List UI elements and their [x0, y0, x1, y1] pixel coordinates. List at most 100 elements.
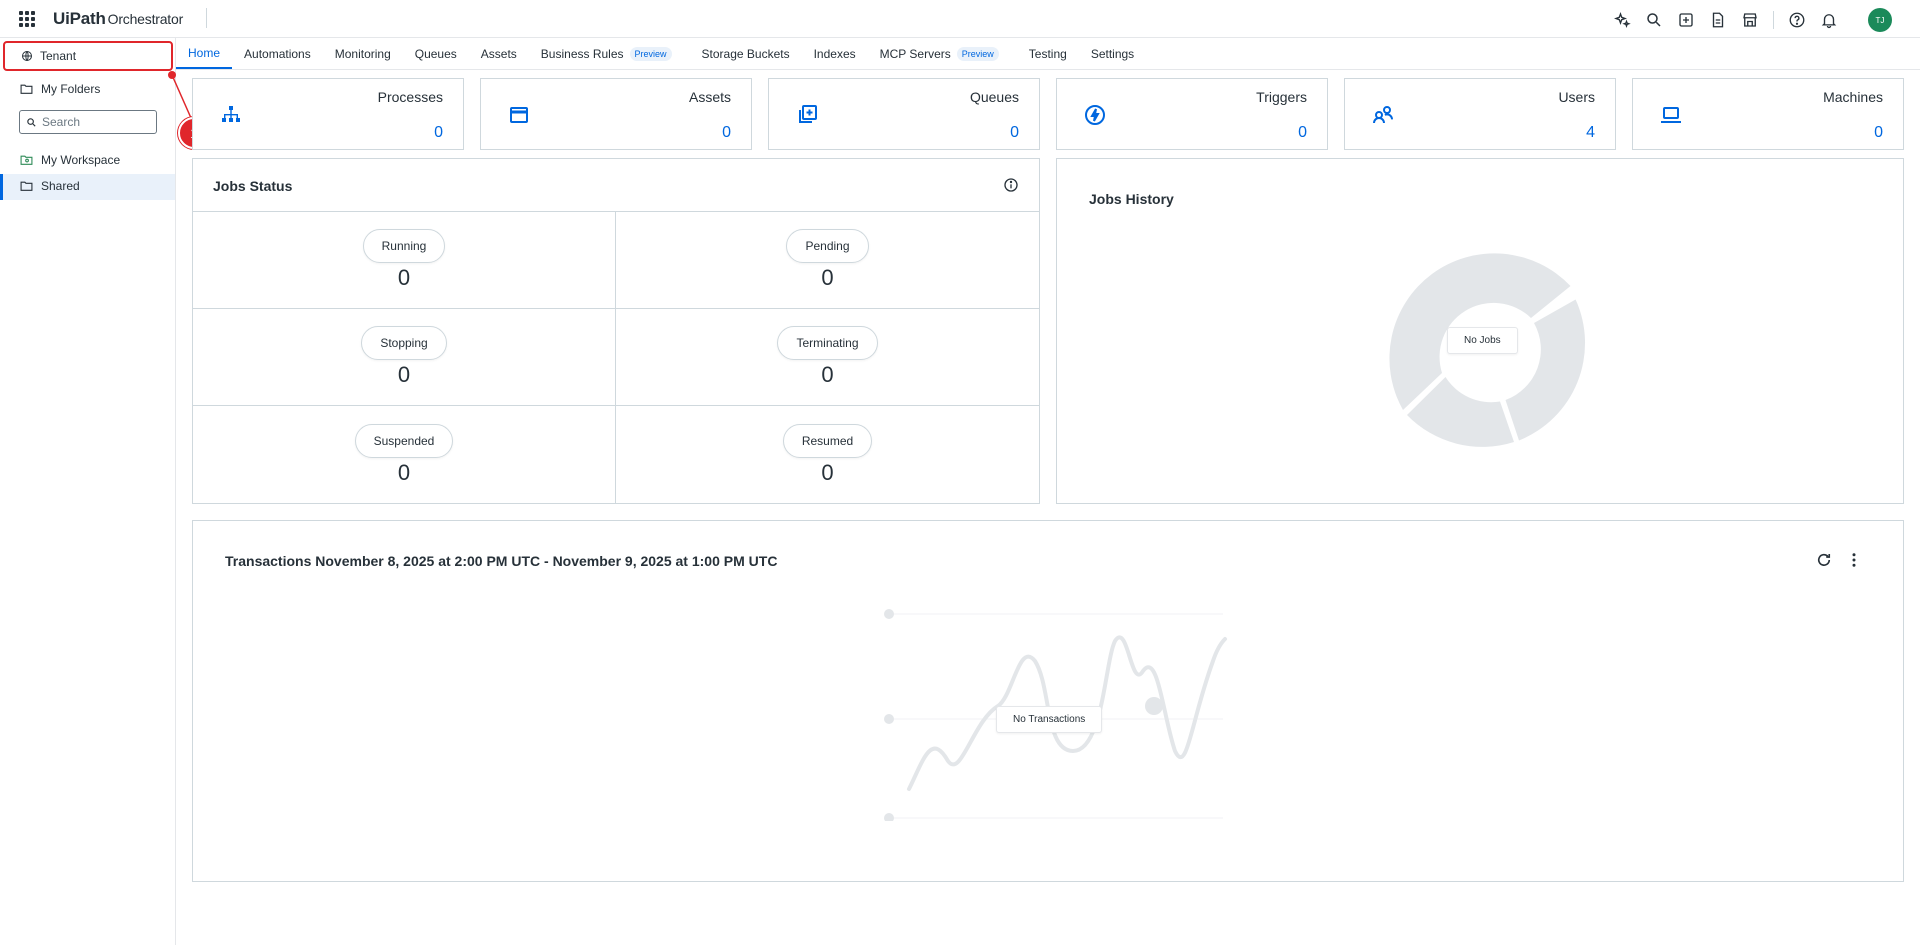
search-icon[interactable]	[1643, 9, 1665, 31]
tab-monitoring[interactable]: Monitoring	[323, 38, 403, 69]
status-count: 0	[821, 265, 834, 290]
info-icon[interactable]	[1003, 177, 1019, 193]
tab-storage-buckets[interactable]: Storage Buckets	[690, 38, 802, 69]
tab-queues[interactable]: Queues	[403, 38, 469, 69]
globe-icon	[22, 51, 32, 61]
tab-business-rules[interactable]: Business Rules Preview	[529, 38, 684, 69]
tenant-label: Tenant	[40, 49, 77, 63]
lightning-icon	[1085, 105, 1105, 125]
job-status-running[interactable]: Running 0	[193, 212, 616, 309]
tab-mcp-servers-label: MCP Servers	[879, 46, 951, 61]
sidebar-item-my-workspace[interactable]: My Workspace	[20, 153, 120, 167]
brand-name: UiPath	[53, 9, 106, 28]
header-divider	[206, 8, 207, 28]
search-icon	[27, 117, 36, 127]
jobs-history-title: Jobs History	[1089, 191, 1174, 207]
user-avatar[interactable]: TJ	[1868, 8, 1892, 32]
tab-automations[interactable]: Automations	[232, 38, 323, 69]
status-count: 0	[397, 265, 411, 290]
tab-testing[interactable]: Testing	[1017, 38, 1079, 69]
tab-monitoring-label: Monitoring	[334, 46, 391, 61]
kpi-card-assets[interactable]: Assets 0	[480, 78, 752, 150]
store-icon[interactable]	[1739, 9, 1761, 31]
tab-home-label: Home	[188, 45, 221, 60]
kpi-value: 0	[1298, 124, 1307, 141]
kpi-label: Users	[1558, 89, 1595, 105]
folder-search-input[interactable]: Search	[19, 110, 157, 134]
status-pill: Resumed	[782, 423, 873, 458]
job-status-suspended[interactable]: Suspended 0	[193, 406, 616, 503]
kpi-card-queues[interactable]: Queues 0	[768, 78, 1040, 150]
my-workspace-label: My Workspace	[41, 153, 121, 167]
job-status-terminating[interactable]: Terminating 0	[616, 309, 1039, 406]
more-vertical-icon[interactable]	[1845, 551, 1863, 569]
no-jobs-label: No Jobs	[1447, 327, 1518, 354]
folder-icon	[20, 181, 33, 191]
queue-add-icon	[799, 105, 817, 123]
kpi-card-machines[interactable]: Machines 0	[1632, 78, 1904, 150]
app-launcher-icon[interactable]	[19, 11, 35, 27]
sitemap-icon	[222, 106, 240, 122]
status-pill: Suspended	[354, 423, 454, 458]
kpi-card-triggers[interactable]: Triggers 0	[1056, 78, 1328, 150]
laptop-icon	[1661, 107, 1681, 123]
kpi-value: 0	[1874, 124, 1883, 141]
kpi-label: Machines	[1823, 89, 1883, 105]
kpi-label: Assets	[688, 89, 731, 105]
job-status-resumed[interactable]: Resumed 0	[616, 406, 1039, 503]
document-icon[interactable]	[1707, 9, 1729, 31]
users-icon	[1373, 106, 1393, 124]
tab-queues-label: Queues	[414, 46, 457, 61]
main-tabs: Home Automations Monitoring Queues Asset…	[176, 38, 1920, 70]
tab-business-rules-label: Business Rules	[540, 46, 624, 61]
no-transactions-label: No Transactions	[996, 706, 1103, 733]
tab-storage-buckets-label: Storage Buckets	[701, 46, 790, 61]
autopilot-sparkle-icon[interactable]	[1611, 9, 1633, 31]
tab-home[interactable]: Home	[176, 38, 233, 69]
help-icon[interactable]	[1786, 9, 1808, 31]
status-count: 0	[397, 459, 411, 485]
status-pill: Pending	[786, 229, 869, 263]
refresh-icon[interactable]	[1815, 551, 1833, 569]
kpi-value: 0	[1010, 124, 1019, 141]
tab-testing-label: Testing	[1028, 46, 1067, 61]
tab-indexes-label: Indexes	[813, 46, 856, 61]
tab-assets-label: Assets	[480, 46, 517, 61]
top-bar: UiPath Orchestrator TJ	[0, 0, 1920, 38]
header-actions-divider	[1773, 11, 1774, 29]
tab-settings-label: Settings	[1090, 46, 1135, 61]
tab-indexes[interactable]: Indexes	[802, 38, 868, 69]
kpi-value: 0	[434, 124, 443, 141]
status-count: 0	[821, 362, 834, 387]
bell-icon[interactable]	[1818, 9, 1840, 31]
tab-assets[interactable]: Assets	[469, 38, 529, 69]
transactions-panel: Transactions November 8, 2025 at 2:00 PM…	[192, 520, 1904, 882]
folder-sidebar: Tenant My Folders Search My Workspace Sh…	[0, 38, 176, 945]
tenant-item[interactable]: Tenant	[3, 41, 173, 71]
job-status-pending[interactable]: Pending 0	[616, 212, 1039, 309]
status-pill: Stopping	[361, 326, 447, 360]
my-folders-header[interactable]: My Folders	[20, 82, 100, 96]
status-pill: Terminating	[777, 326, 878, 360]
preview-badge: Preview	[629, 46, 672, 61]
kpi-card-processes[interactable]: Processes 0	[192, 78, 464, 150]
add-box-icon[interactable]	[1675, 9, 1697, 31]
tab-settings[interactable]: Settings	[1079, 38, 1146, 69]
my-folders-label: My Folders	[41, 82, 101, 96]
tab-automations-label: Automations	[244, 46, 311, 61]
folder-search-placeholder: Search	[42, 115, 81, 129]
folder-outline-icon	[20, 84, 33, 94]
status-count: 0	[397, 362, 411, 387]
preview-badge: Preview	[956, 46, 999, 61]
header-actions: TJ	[1611, 8, 1892, 32]
kpi-label: Processes	[377, 89, 443, 105]
job-status-stopping[interactable]: Stopping 0	[193, 309, 616, 406]
kpi-label: Queues	[969, 89, 1019, 105]
product-logo[interactable]: UiPath Orchestrator	[53, 9, 183, 29]
tab-mcp-servers[interactable]: MCP Servers Preview	[868, 38, 1011, 69]
sidebar-item-shared[interactable]: Shared	[20, 179, 80, 193]
workspace-folder-icon	[20, 155, 33, 165]
kpi-card-users[interactable]: Users 4	[1344, 78, 1616, 150]
jobs-status-title: Jobs Status	[213, 178, 293, 194]
jobs-status-grid: Running 0 Pending 0 Stopping 0 Terminating 0…	[193, 211, 1039, 503]
